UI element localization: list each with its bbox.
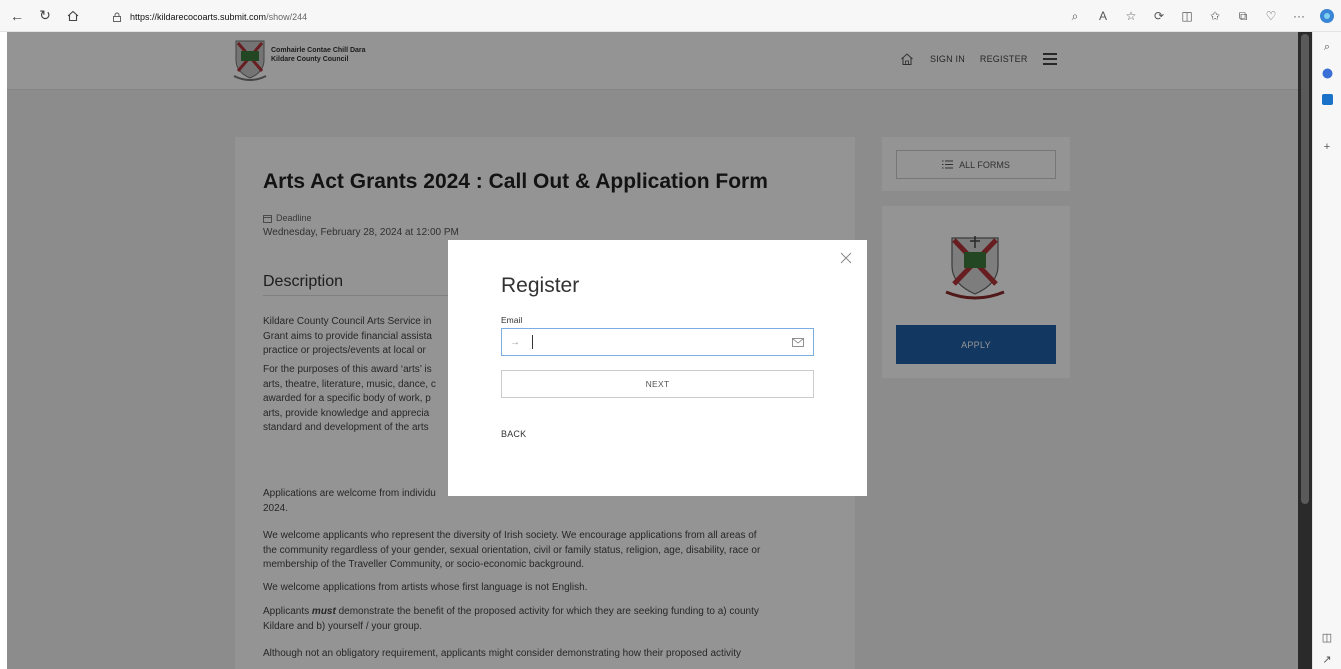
outlook-icon[interactable] (1320, 92, 1334, 106)
favorites-icon[interactable]: ✩ (1201, 2, 1229, 30)
back-link[interactable]: BACK (501, 429, 526, 439)
email-input[interactable] (533, 330, 792, 354)
refresh-icon[interactable]: ↻ (34, 5, 56, 27)
home-icon[interactable] (62, 5, 84, 27)
register-modal: Register Email → NEXT BACK (448, 240, 867, 496)
email-field[interactable]: → (501, 328, 814, 356)
email-label: Email (501, 315, 523, 325)
more-menu-icon[interactable]: ··· (1285, 2, 1313, 30)
next-button[interactable]: NEXT (501, 370, 814, 398)
read-aloud-icon[interactable]: A (1089, 2, 1117, 30)
browser-toolbar: ← ↻ https://kildarecocoarts.submit.com/s… (0, 0, 1341, 32)
page-scrollbar[interactable] (1298, 32, 1312, 669)
address-bar[interactable]: https://kildarecocoarts.submit.com/show/… (112, 7, 307, 27)
search-page-icon[interactable]: ⌕ (1061, 2, 1089, 30)
external-link-icon[interactable]: ↗ (1320, 652, 1334, 666)
lock-icon (113, 12, 121, 22)
add-sidebar-icon[interactable]: + (1320, 140, 1334, 154)
search-icon[interactable]: ⌕ (1320, 40, 1334, 54)
url-host: https://kildarecocoarts.submit.com (130, 12, 267, 22)
arrow-right-icon: → (510, 336, 520, 348)
performance-icon[interactable]: ♡ (1257, 2, 1285, 30)
scrollbar-thumb[interactable] (1301, 34, 1309, 504)
url-path: /show/244 (266, 12, 308, 22)
extensions-icon[interactable]: ⟳ (1145, 2, 1173, 30)
split-screen-icon[interactable]: ◫ (1173, 2, 1201, 30)
page-viewport: Comhairle Contae Chill Dara Kildare Coun… (7, 32, 1298, 669)
back-arrow-icon[interactable]: ← (6, 5, 28, 27)
sidebar-toggle-icon[interactable]: ◫ (1320, 630, 1334, 644)
shopping-icon[interactable] (1320, 66, 1334, 80)
copilot-icon[interactable] (1313, 2, 1341, 30)
close-icon[interactable] (840, 252, 852, 264)
favorite-star-icon[interactable]: ☆ (1117, 2, 1145, 30)
browser-side-panel: ⌕ + ◫ ↗ (1312, 32, 1341, 669)
collections-icon[interactable]: ⧉ (1229, 2, 1257, 30)
mail-icon (792, 337, 804, 347)
modal-title: Register (501, 274, 580, 297)
